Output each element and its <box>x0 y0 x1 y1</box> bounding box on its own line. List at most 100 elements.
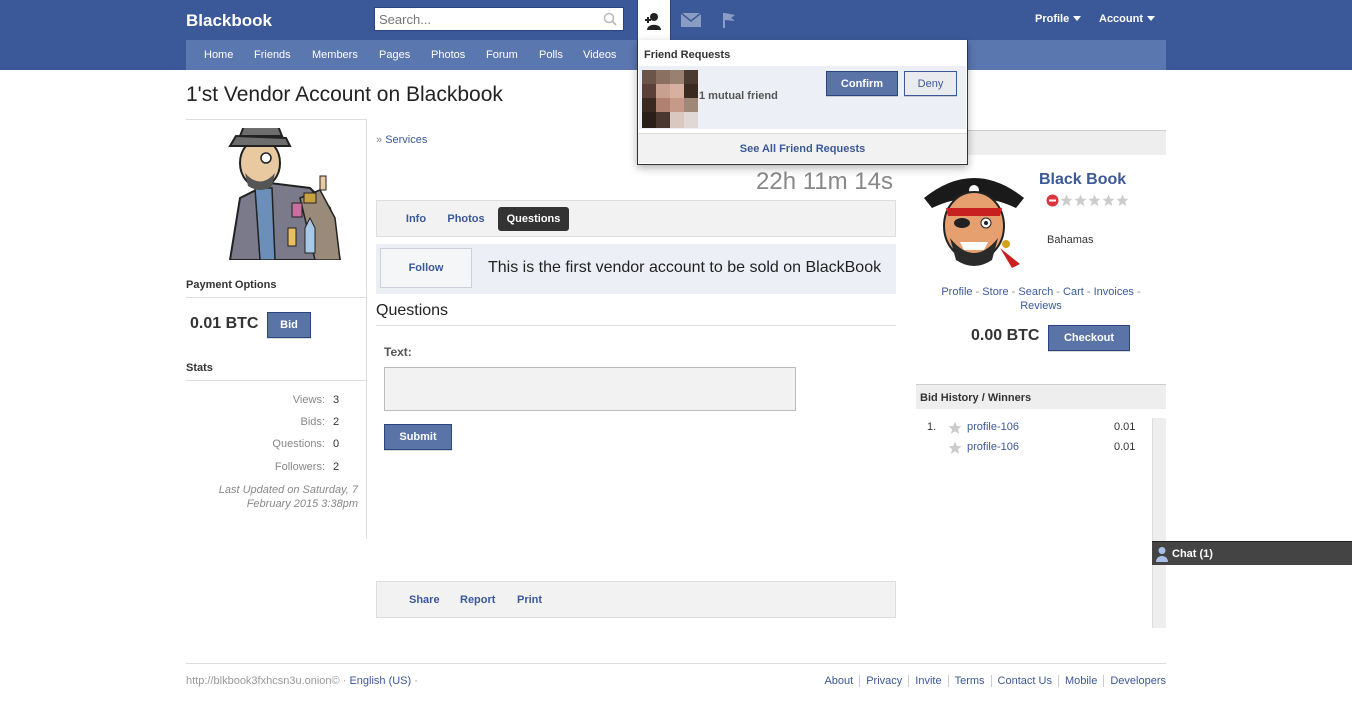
deny-button[interactable]: Deny <box>904 71 957 96</box>
footer-link-privacy[interactable]: Privacy <box>859 675 908 687</box>
question-textarea[interactable] <box>384 367 796 411</box>
stat-value-views: 3 <box>333 394 340 406</box>
nav-members[interactable]: Members <box>312 49 358 61</box>
nav-polls[interactable]: Polls <box>539 49 563 61</box>
star-icon <box>948 421 962 434</box>
friend-requests-icon <box>645 12 661 30</box>
breadcrumb-services[interactable]: Services <box>385 134 427 146</box>
nav-friends[interactable]: Friends <box>254 49 291 61</box>
user-icon <box>1156 547 1168 562</box>
footer-trailing: · <box>411 675 418 687</box>
scrollbar[interactable] <box>1152 418 1166 628</box>
star-icon <box>1088 194 1101 207</box>
search-icon[interactable] <box>603 12 617 26</box>
listing-tabs: Info Photos Questions <box>376 200 896 237</box>
profile-menu[interactable]: Profile <box>1035 13 1082 25</box>
account-menu[interactable]: Account <box>1099 13 1155 25</box>
report-link[interactable]: Report <box>460 594 495 606</box>
store-link-invoices[interactable]: Invoices <box>1094 286 1134 298</box>
text-label: Text: <box>384 345 412 359</box>
bid-button[interactable]: Bid <box>267 312 311 338</box>
submit-button[interactable]: Submit <box>384 424 452 450</box>
store-link-reviews[interactable]: Reviews <box>1020 300 1062 312</box>
mutual-friends[interactable]: 1 mutual friend <box>699 90 778 102</box>
item-price: 0.01 BTC <box>190 315 259 332</box>
list-item: 1. profile-106 0.01 <box>916 421 1152 439</box>
store-avatar[interactable] <box>920 168 1028 272</box>
messages-icon <box>681 13 701 27</box>
nav-pages[interactable]: Pages <box>379 49 410 61</box>
countdown-timer: 22h 11m 14s <box>756 168 893 195</box>
bid-history-list: 1. profile-106 0.01 profile-106 0.01 <box>916 418 1152 628</box>
store-link-search[interactable]: Search <box>1018 286 1053 298</box>
share-link[interactable]: Share <box>409 594 440 606</box>
right-column: Black Book Bahamas Profile - Store - Sea… <box>916 130 1166 630</box>
site-url: http://blkbook3fxhcsn3u.onion© <box>186 675 340 687</box>
store-link-store[interactable]: Store <box>982 286 1008 298</box>
star-icon <box>948 441 962 454</box>
stat-value-questions: 0 <box>333 438 340 450</box>
store-location: Bahamas <box>1047 234 1094 246</box>
bid-user-link[interactable]: profile-106 <box>967 441 1019 453</box>
bid-rank: 1. <box>927 421 937 433</box>
footer-link-terms[interactable]: Terms <box>947 675 991 687</box>
bid-history-heading: Bid History / Winners <box>916 384 1166 409</box>
store-link-profile[interactable]: Profile <box>941 286 972 298</box>
footer-left: http://blkbook3fxhcsn3u.onion© · English… <box>186 675 418 687</box>
footer-link-developers[interactable]: Developers <box>1103 675 1166 687</box>
store-rating <box>1046 194 1129 207</box>
friend-requests-title: Friend Requests <box>644 49 731 61</box>
checkout-button[interactable]: Checkout <box>1048 325 1130 351</box>
nav-home[interactable]: Home <box>204 49 233 61</box>
footer-link-about[interactable]: About <box>818 675 859 687</box>
payment-options-heading: Payment Options <box>186 279 366 298</box>
confirm-button[interactable]: Confirm <box>826 71 898 96</box>
footer-link-invite[interactable]: Invite <box>908 675 947 687</box>
footer-link-contact[interactable]: Contact Us <box>990 675 1058 687</box>
messages-jewel[interactable] <box>674 0 708 40</box>
follow-button[interactable]: Follow <box>380 248 472 288</box>
left-column: Payment Options 0.01 BTC Bid Stats Views… <box>186 119 367 539</box>
nav-photos[interactable]: Photos <box>431 49 465 61</box>
star-icon <box>1060 194 1073 207</box>
action-bar: Share Report Print <box>376 581 896 618</box>
stat-value-bids: 2 <box>333 416 340 428</box>
vendor-avatar[interactable] <box>200 128 350 260</box>
tab-questions[interactable]: Questions <box>498 207 569 231</box>
footer-separator: · <box>339 675 350 687</box>
store-name[interactable]: Black Book <box>1039 171 1126 189</box>
breadcrumb: » Services <box>376 134 427 146</box>
stat-label-views: Views: <box>292 394 325 406</box>
friend-requests-dropdown: Friend Requests 1 mutual friend Confirm … <box>637 40 968 165</box>
requester-avatar[interactable] <box>642 70 698 128</box>
remove-icon[interactable] <box>1046 194 1059 207</box>
site-logo[interactable]: Blackbook <box>186 11 272 31</box>
friend-requests-jewel[interactable] <box>637 0 671 41</box>
notifications-jewel[interactable] <box>712 0 746 40</box>
store-links: Profile - Store - Search - Cart - Invoic… <box>941 286 1141 312</box>
chat-tab[interactable]: Chat (1) <box>1152 541 1352 565</box>
chat-label: Chat (1) <box>1172 548 1213 560</box>
bid-amount: 0.01 <box>1114 421 1136 433</box>
print-link[interactable]: Print <box>517 594 542 606</box>
footer-link-mobile[interactable]: Mobile <box>1057 675 1103 687</box>
star-icon <box>1074 194 1087 207</box>
tab-photos[interactable]: Photos <box>441 207 491 231</box>
see-all-friend-requests-link[interactable]: See All Friend Requests <box>638 133 967 163</box>
nav-videos[interactable]: Videos <box>583 49 616 61</box>
language-link[interactable]: English (US) <box>349 675 411 687</box>
store-link-cart[interactable]: Cart <box>1063 286 1084 298</box>
star-icon <box>1102 194 1115 207</box>
stat-value-followers: 2 <box>333 461 340 473</box>
rating-stars <box>1060 194 1129 207</box>
last-updated: Last Updated on Saturday, 7 February 201… <box>218 484 358 510</box>
tab-info[interactable]: Info <box>399 207 433 231</box>
search-box <box>374 7 624 31</box>
list-item: profile-106 0.01 <box>916 441 1152 459</box>
breadcrumb-separator: » <box>376 134 386 146</box>
search-input[interactable] <box>375 8 595 30</box>
stat-label-bids: Bids: <box>300 416 325 428</box>
nav-forum[interactable]: Forum <box>486 49 518 61</box>
questions-heading: Questions <box>376 302 896 326</box>
bid-user-link[interactable]: profile-106 <box>967 421 1019 433</box>
